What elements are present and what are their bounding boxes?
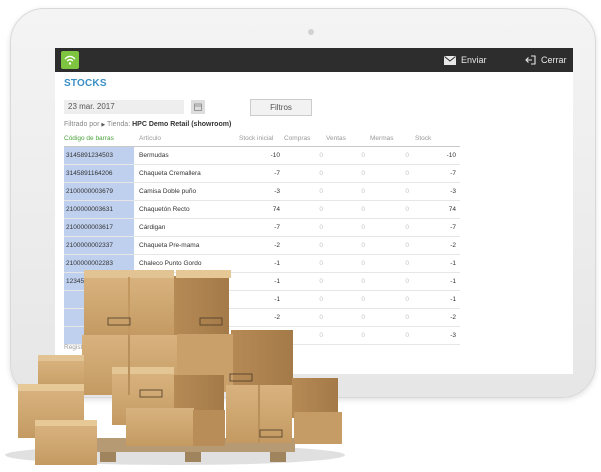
cardboard-boxes-illustration [5,270,345,465]
